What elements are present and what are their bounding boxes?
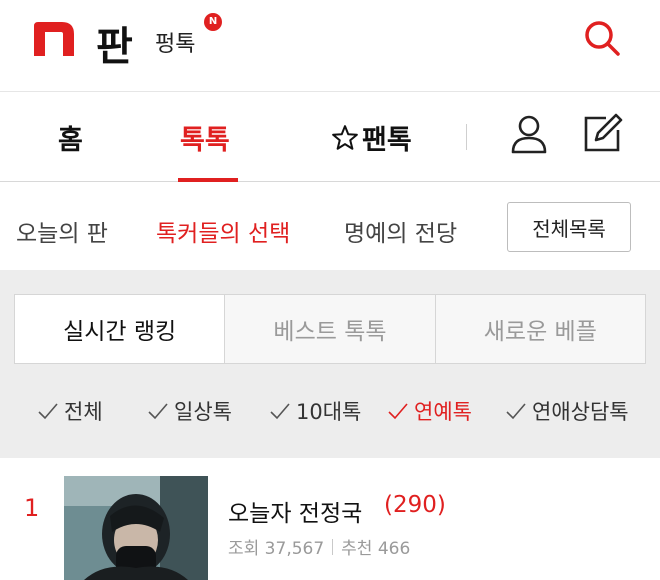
ranking-tabs: 실시간 랭킹 베스트 톡톡 새로운 베플 <box>14 294 646 364</box>
category-filters: 전체 일상톡 10대톡 연예톡 연애상담톡 <box>0 388 660 434</box>
check-icon <box>506 403 526 420</box>
meta-divider <box>332 538 334 555</box>
nav-pantok-label: 팬톡 <box>362 125 412 156</box>
check-icon <box>388 403 408 420</box>
tab-best-toktok[interactable]: 베스트 톡톡 <box>224 295 434 363</box>
user-icon[interactable] <box>510 114 548 154</box>
post-meta: 조회 37,567 추천 466 <box>228 534 410 559</box>
tab-new-bestreply[interactable]: 새로운 베플 <box>434 295 645 363</box>
check-icon <box>148 403 168 420</box>
filter-daily[interactable]: 일상톡 <box>146 396 232 426</box>
nav-toktok[interactable]: 톡톡 <box>180 118 230 157</box>
filter-teens[interactable]: 10대톡 <box>268 396 361 426</box>
tab-realtime-ranking[interactable]: 실시간 랭킹 <box>15 295 225 363</box>
sub-nav-fame[interactable]: 명예의 전당 <box>344 214 457 248</box>
rank-number: 1 <box>24 494 40 522</box>
edit-icon[interactable] <box>580 112 624 156</box>
sub-nav: 오늘의 판 톡커들의 선택 명예의 전당 전체목록 <box>0 182 660 270</box>
recommend-count: 추천 466 <box>341 539 411 559</box>
nav-home[interactable]: 홈 <box>58 118 83 157</box>
nav-pantok[interactable]: 팬톡 <box>330 118 412 157</box>
check-icon <box>270 403 290 420</box>
new-badge: N <box>204 13 222 31</box>
sub-nav-today[interactable]: 오늘의 판 <box>16 214 108 248</box>
sub-nav-choice[interactable]: 톡커들의 선택 <box>156 214 290 248</box>
brand-title[interactable]: 판 <box>96 14 133 72</box>
filter-label: 전체 <box>64 400 103 424</box>
sub-brand-label[interactable]: 펑톡 <box>155 26 195 58</box>
filter-label: 연애상담톡 <box>532 400 629 424</box>
filter-dating-advice[interactable]: 연애상담톡 <box>504 396 629 426</box>
list-item[interactable]: 1 오늘자 전정국 (290) 조회 37,567 추천 466 <box>0 458 660 580</box>
thumbnail-image <box>64 476 208 580</box>
filter-label: 10대톡 <box>296 400 362 424</box>
check-icon <box>38 403 58 420</box>
nav-divider <box>466 124 467 150</box>
all-list-button[interactable]: 전체목록 <box>507 202 631 252</box>
post-title[interactable]: 오늘자 전정국 <box>228 494 362 528</box>
nate-logo[interactable] <box>34 22 74 56</box>
view-count: 조회 37,567 <box>228 539 325 559</box>
filter-all[interactable]: 전체 <box>36 396 103 426</box>
star-icon <box>332 124 358 150</box>
filter-entertainment[interactable]: 연예톡 <box>386 396 472 426</box>
app-header: 판 펑톡 N <box>0 0 660 92</box>
ranking-panel: 실시간 랭킹 베스트 톡톡 새로운 베플 전체 일상톡 10대톡 연예톡 연애상… <box>0 270 660 458</box>
search-icon[interactable] <box>582 18 622 58</box>
filter-label: 연예톡 <box>414 400 472 424</box>
filter-label: 일상톡 <box>174 400 232 424</box>
main-nav: 홈 톡톡 팬톡 <box>0 92 660 182</box>
comment-count: (290) <box>384 492 446 518</box>
post-thumbnail[interactable] <box>64 476 208 580</box>
